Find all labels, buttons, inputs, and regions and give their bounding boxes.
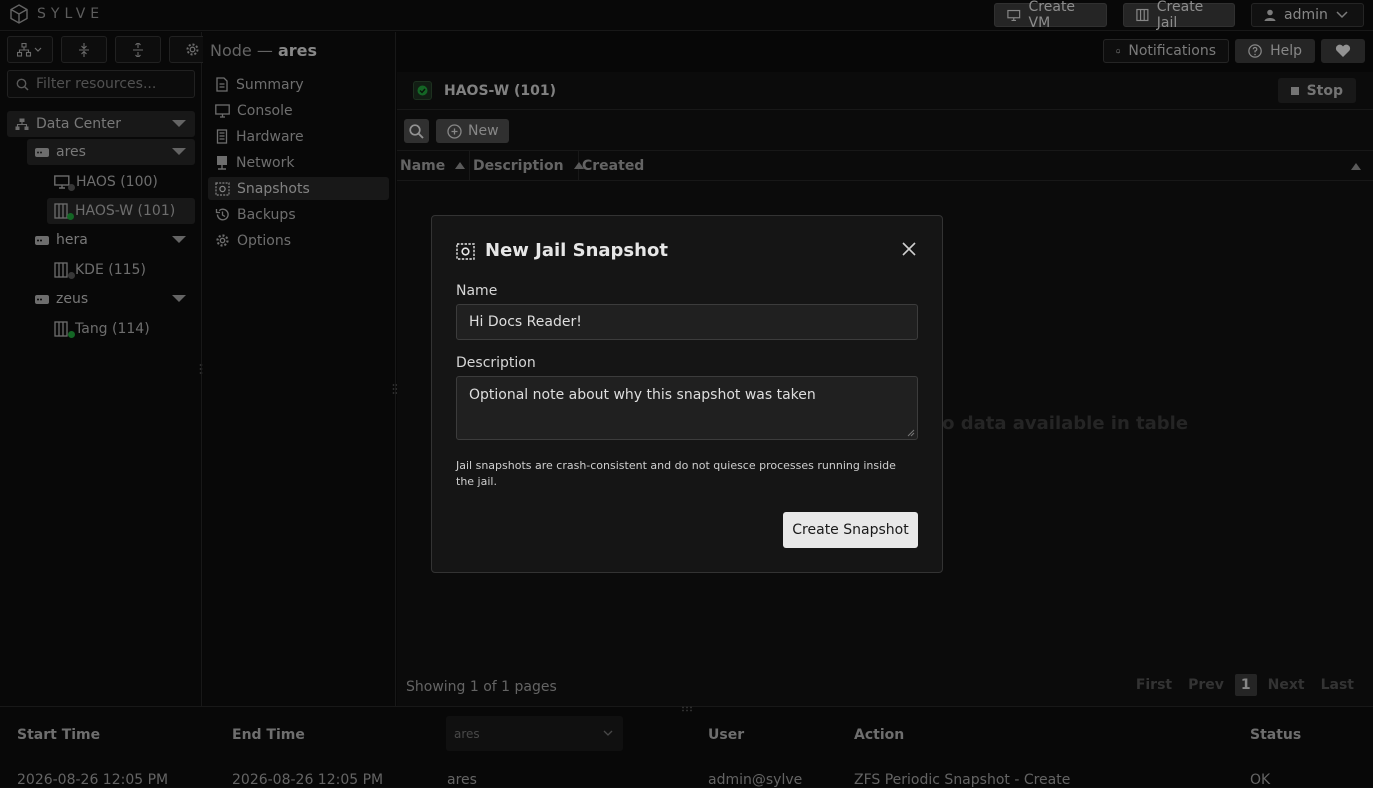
snapshot-name-input[interactable]: Hi Docs Reader! xyxy=(456,304,918,340)
snapshot-description-value: Optional note about why this snapshot wa… xyxy=(469,387,816,403)
dialog-title: New Jail Snapshot xyxy=(456,240,668,261)
close-button[interactable] xyxy=(902,242,916,260)
create-snapshot-label: Create Snapshot xyxy=(792,522,909,538)
resize-grip-icon xyxy=(907,429,915,437)
create-snapshot-button[interactable]: Create Snapshot xyxy=(783,512,918,548)
new-snapshot-dialog: New Jail Snapshot Name Hi Docs Reader! D… xyxy=(431,215,943,573)
name-label: Name xyxy=(456,283,498,299)
snapshot-name-value: Hi Docs Reader! xyxy=(469,314,582,330)
camera-icon xyxy=(456,243,475,260)
dialog-title-text: New Jail Snapshot xyxy=(485,240,668,261)
snapshot-hint: Jail snapshots are crash-consistent and … xyxy=(456,459,896,488)
description-label: Description xyxy=(456,355,536,371)
close-icon xyxy=(902,242,916,256)
snapshot-description-textarea[interactable]: Optional note about why this snapshot wa… xyxy=(456,376,918,440)
